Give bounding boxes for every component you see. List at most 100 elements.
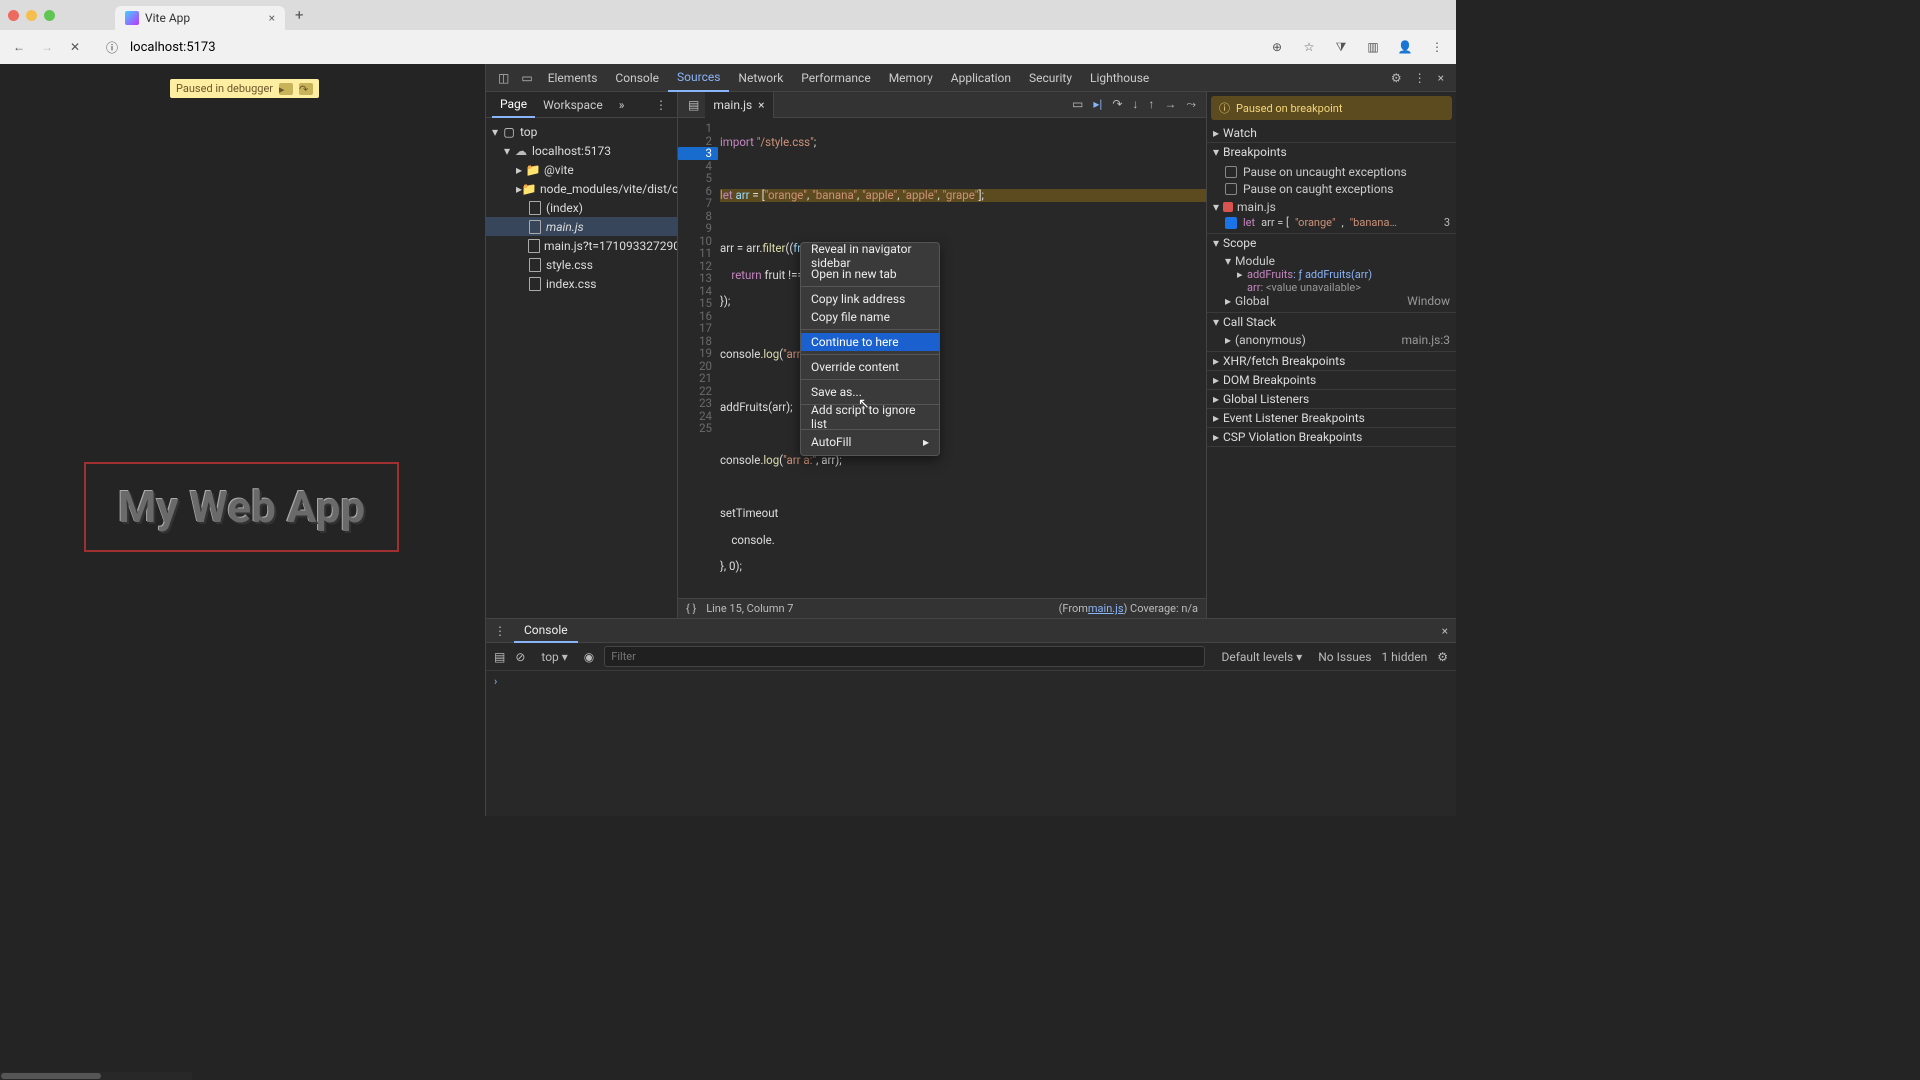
tab-sources[interactable]: Sources <box>668 64 729 92</box>
nav-tab-workspace[interactable]: Workspace <box>535 92 611 118</box>
gutter[interactable]: 12 34 56 78 910 1112 1314 1516 1718 1920… <box>678 118 720 598</box>
back-button[interactable]: ← <box>10 38 28 56</box>
extensions-icon[interactable]: ⧩ <box>1332 38 1350 56</box>
ctx-copy-file[interactable]: Copy file name <box>801 308 939 326</box>
reload-button[interactable]: ✕ <box>66 38 84 56</box>
scope-addfruits[interactable]: ▸addFruits: ƒ addFruits(arr) <box>1225 268 1450 281</box>
minimize-window-button[interactable] <box>26 10 37 21</box>
drawer-tab-console[interactable]: Console <box>514 619 578 643</box>
tab-lighthouse[interactable]: Lighthouse <box>1081 64 1158 92</box>
address-bar[interactable]: ⓘ <box>94 34 794 60</box>
ctx-ignore[interactable]: Add script to ignore list <box>801 408 939 426</box>
tree-vite[interactable]: ▸📁@vite <box>486 160 677 179</box>
nav-scrollbar[interactable] <box>0 1072 192 1080</box>
tree-index[interactable]: (index) <box>486 198 677 217</box>
tree-stylecss[interactable]: style.css <box>486 255 677 274</box>
console-context-select[interactable]: top ▾ <box>535 648 573 666</box>
section-scope[interactable]: ▾Scope <box>1207 234 1456 252</box>
stack-frame-loc[interactable]: main.js:3 <box>1402 333 1450 347</box>
tree-mainjsts[interactable]: main.js?t=171093327290 <box>486 236 677 255</box>
tab-network[interactable]: Network <box>729 64 792 92</box>
tab-application[interactable]: Application <box>942 64 1020 92</box>
tree-top[interactable]: ▾▢top <box>486 122 677 141</box>
nav-menu-icon[interactable]: ⋮ <box>651 98 671 112</box>
deactivate-bp-icon[interactable]: ⤳ <box>1186 97 1196 112</box>
ctx-override[interactable]: Override content <box>801 358 939 376</box>
section-breakpoints[interactable]: ▾Breakpoints <box>1207 143 1456 161</box>
step-out-icon[interactable]: ↑ <box>1148 97 1154 112</box>
profile-icon[interactable]: 👤 <box>1396 38 1414 56</box>
section-xhr[interactable]: ▸XHR/fetch Breakpoints <box>1207 352 1456 370</box>
drawer-menu-icon[interactable]: ⋮ <box>494 624 506 638</box>
console-hidden[interactable]: 1 hidden <box>1381 650 1427 664</box>
sidepanel-icon[interactable]: ▥ <box>1364 38 1382 56</box>
new-tab-button[interactable]: + <box>295 6 304 24</box>
pause-uncaught-checkbox[interactable]: Pause on uncaught exceptions <box>1225 163 1450 180</box>
step-icon[interactable]: → <box>1164 97 1176 112</box>
console-filter-input[interactable] <box>604 646 1205 667</box>
section-watch[interactable]: ▸Watch <box>1207 124 1456 142</box>
format-icon[interactable]: ▭ <box>1072 97 1083 112</box>
forward-button[interactable]: → <box>38 38 56 56</box>
close-devtools-icon[interactable]: × <box>1432 71 1450 85</box>
device-icon[interactable]: ▭ <box>515 71 538 85</box>
code-content[interactable]: import "/style.css"; let arr = ["orange"… <box>720 118 1206 598</box>
section-csp[interactable]: ▸CSP Violation Breakpoints <box>1207 428 1456 446</box>
url-input[interactable] <box>130 40 788 55</box>
close-window-button[interactable] <box>8 10 19 21</box>
ctx-reveal[interactable]: Reveal in navigator sidebar <box>801 247 939 265</box>
format-code-icon[interactable]: { } <box>686 602 696 615</box>
scope-module[interactable]: ▾Module <box>1225 254 1450 268</box>
tab-memory[interactable]: Memory <box>880 64 942 92</box>
scope-global[interactable]: ▸GlobalWindow <box>1225 294 1450 308</box>
breakpoint-file[interactable]: ▾main.js <box>1213 200 1450 214</box>
section-eventlisteners[interactable]: ▸Event Listener Breakpoints <box>1207 409 1456 427</box>
step-over-icon[interactable]: ↷ <box>1112 97 1122 112</box>
tree-nodemodules[interactable]: ▸📁node_modules/vite/dist/c <box>486 179 677 198</box>
tab-elements[interactable]: Elements <box>539 64 607 92</box>
menu-icon[interactable]: ⋮ <box>1428 38 1446 56</box>
resume-icon[interactable]: ▸ <box>279 83 293 95</box>
nav-tab-page[interactable]: Page <box>492 92 535 118</box>
console-levels-select[interactable]: Default levels ▾ <box>1215 648 1308 666</box>
settings-icon[interactable]: ⚙ <box>1385 71 1408 85</box>
more-icon[interactable]: ⋮ <box>1408 71 1432 85</box>
nav-tab-more[interactable]: » <box>611 92 633 118</box>
ctx-save-as[interactable]: Save as... <box>801 383 939 401</box>
step-icon[interactable]: ↷ <box>299 83 313 95</box>
console-settings-icon[interactable]: ⚙ <box>1437 650 1448 664</box>
pause-caught-checkbox[interactable]: Pause on caught exceptions <box>1225 180 1450 197</box>
inspect-icon[interactable]: ◫ <box>492 71 515 85</box>
step-into-icon[interactable]: ↓ <box>1132 97 1138 112</box>
source-link[interactable]: main.js <box>1088 602 1124 615</box>
console-eye-icon[interactable]: ◉ <box>584 650 594 664</box>
tab-console[interactable]: Console <box>606 64 668 92</box>
tree-indexcss[interactable]: index.css <box>486 274 677 293</box>
tree-mainjs[interactable]: main.js <box>486 217 677 236</box>
ctx-continue-here[interactable]: Continue to here <box>801 333 939 351</box>
console-body[interactable]: › <box>486 671 1456 816</box>
editor-tab-mainjs[interactable]: main.js× <box>705 92 773 118</box>
tab-performance[interactable]: Performance <box>792 64 879 92</box>
ctx-autofill[interactable]: AutoFill▸ <box>801 433 939 451</box>
section-listeners[interactable]: ▸Global Listeners <box>1207 390 1456 408</box>
breakpoint-entry[interactable]: let arr = ["orange", "banana… 3 <box>1225 216 1450 229</box>
drawer-close-icon[interactable]: × <box>1442 624 1448 638</box>
console-clear-icon[interactable]: ⊘ <box>515 650 525 664</box>
stack-frame[interactable]: (anonymous) <box>1235 333 1306 347</box>
resume-script-icon[interactable]: ▸| <box>1093 97 1102 112</box>
maximize-window-button[interactable] <box>44 10 55 21</box>
console-sidebar-icon[interactable]: ▤ <box>494 650 505 664</box>
ctx-copy-link[interactable]: Copy link address <box>801 290 939 308</box>
tab-close-icon[interactable]: × <box>758 98 764 112</box>
code-editor[interactable]: 12 34 56 78 910 1112 1314 1516 1718 1920… <box>678 118 1206 598</box>
tree-host[interactable]: ▾☁localhost:5173 <box>486 141 677 160</box>
bookmark-icon[interactable]: ☆ <box>1300 38 1318 56</box>
section-callstack[interactable]: ▾Call Stack <box>1207 313 1456 331</box>
section-dom[interactable]: ▸DOM Breakpoints <box>1207 371 1456 389</box>
tab-security[interactable]: Security <box>1020 64 1081 92</box>
tab-close-icon[interactable]: × <box>269 11 275 25</box>
site-info-icon[interactable]: ⓘ <box>100 37 124 58</box>
zoom-icon[interactable]: ⊕ <box>1268 38 1286 56</box>
file-list-icon[interactable]: ▤ <box>682 98 705 112</box>
